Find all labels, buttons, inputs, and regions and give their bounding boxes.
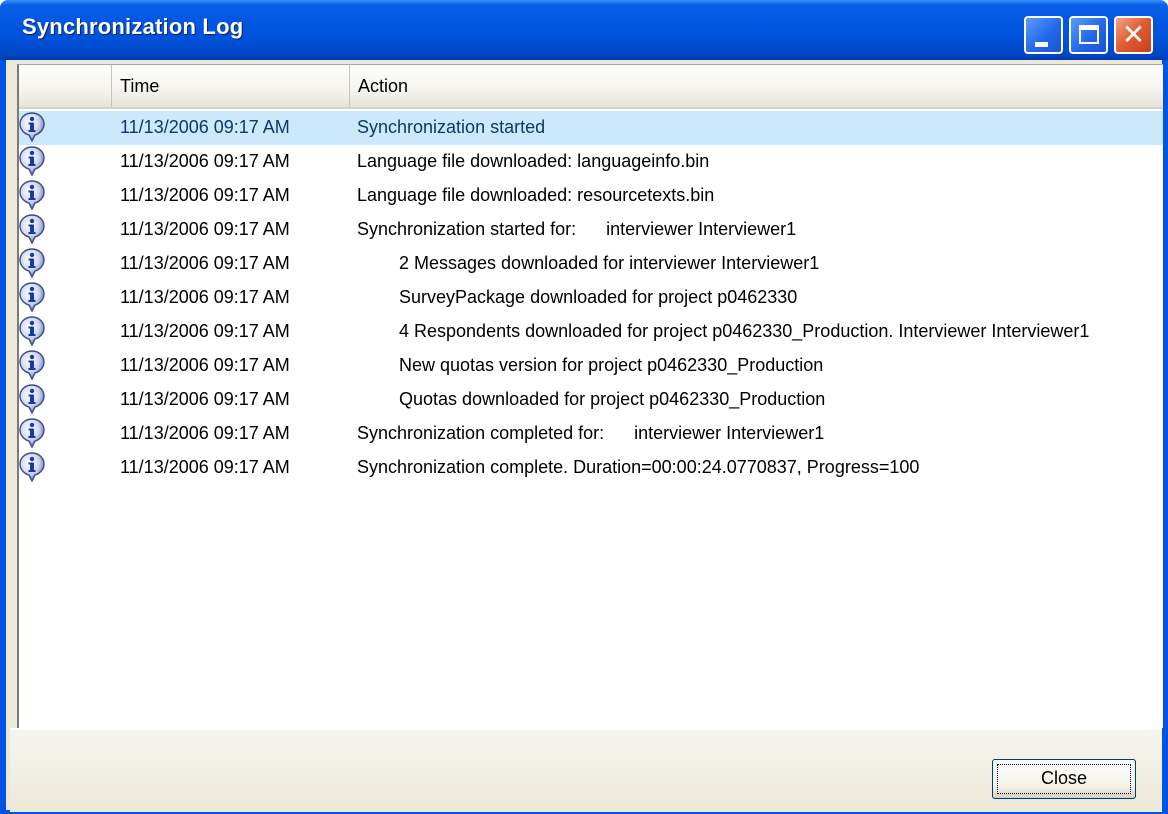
row-time: 11/13/2006 09:17 AM xyxy=(120,151,290,171)
close-button-label: Close xyxy=(1040,768,1088,788)
row-action: Synchronization started xyxy=(357,117,546,137)
column-header-time[interactable]: Time xyxy=(112,65,350,107)
log-list[interactable]: Time Action 11/13/2006 09:17 AM Synchroni… xyxy=(17,64,1163,728)
row-action: Quotas downloaded for project p0462330_P… xyxy=(399,389,826,409)
minimize-icon xyxy=(1035,42,1048,47)
title-bar[interactable]: Synchronization Log ✕ xyxy=(0,0,1168,60)
button-bar: Close xyxy=(10,728,1162,812)
window-title: Synchronization Log xyxy=(22,14,244,39)
table-row[interactable]: 11/13/2006 09:17 AM SurveyPackage downloa… xyxy=(19,281,1163,315)
row-time: 11/13/2006 09:17 AM xyxy=(120,117,290,137)
row-action: Language file downloaded: resourcetexts.… xyxy=(357,185,715,205)
info-icon xyxy=(19,350,45,381)
info-icon xyxy=(19,452,45,483)
row-action: Language file downloaded: languageinfo.b… xyxy=(357,151,710,171)
synchronization-log-window: Synchronization Log ✕ Time Action 11/13/… xyxy=(0,0,1168,814)
row-time: 11/13/2006 09:17 AM xyxy=(120,389,290,409)
close-icon: ✕ xyxy=(1121,18,1146,51)
row-action: Synchronization completed for: interview… xyxy=(357,423,825,443)
row-action: 2 Messages downloaded for interviewer In… xyxy=(399,253,820,273)
column-header-action-label: Action xyxy=(358,76,409,96)
row-action: Synchronization complete. Duration=00:00… xyxy=(357,457,920,477)
row-time: 11/13/2006 09:17 AM xyxy=(120,355,290,375)
table-row[interactable]: 11/13/2006 09:17 AM New quotas version fo… xyxy=(19,349,1163,383)
row-action: SurveyPackage downloaded for project p04… xyxy=(399,287,798,307)
close-button[interactable]: Close xyxy=(992,759,1136,799)
table-row[interactable]: 11/13/2006 09:17 AM Language file downloa… xyxy=(19,179,1163,213)
table-row[interactable]: 11/13/2006 09:17 AM Synchronization compl… xyxy=(19,417,1163,451)
row-time: 11/13/2006 09:17 AM xyxy=(120,457,290,477)
info-icon xyxy=(19,214,45,245)
table-row[interactable]: 11/13/2006 09:17 AM Quotas downloaded for… xyxy=(19,383,1163,417)
close-window-button[interactable]: ✕ xyxy=(1114,16,1153,54)
info-icon xyxy=(19,316,45,347)
dialog-body: Time Action 11/13/2006 09:17 AM Synchroni… xyxy=(6,60,1163,812)
row-action: 4 Respondents downloaded for project p04… xyxy=(399,321,1090,341)
list-header: Time Action xyxy=(19,65,1163,109)
info-icon xyxy=(19,282,45,313)
maximize-button[interactable] xyxy=(1069,16,1108,54)
row-time: 11/13/2006 09:17 AM xyxy=(120,253,290,273)
row-action: Synchronization started for: interviewer… xyxy=(357,219,797,239)
row-time: 11/13/2006 09:17 AM xyxy=(120,423,290,443)
info-icon xyxy=(19,248,45,279)
row-action: New quotas version for project p0462330_… xyxy=(399,355,824,375)
info-icon xyxy=(19,180,45,211)
table-row[interactable]: 11/13/2006 09:17 AM 4 Respondents downloa… xyxy=(19,315,1163,349)
row-time: 11/13/2006 09:17 AM xyxy=(120,321,290,341)
table-row[interactable]: 11/13/2006 09:17 AM Synchronization start… xyxy=(19,111,1163,145)
table-row[interactable]: 11/13/2006 09:17 AM Language file downloa… xyxy=(19,145,1163,179)
info-icon xyxy=(19,146,45,177)
row-time: 11/13/2006 09:17 AM xyxy=(120,185,290,205)
column-header-icon[interactable] xyxy=(19,65,112,107)
minimize-button[interactable] xyxy=(1024,16,1063,54)
table-row[interactable]: 11/13/2006 09:17 AM 2 Messages downloaded… xyxy=(19,247,1163,281)
column-header-time-label: Time xyxy=(120,76,160,96)
row-time: 11/13/2006 09:17 AM xyxy=(120,219,290,239)
info-icon xyxy=(19,418,45,449)
table-row[interactable]: 11/13/2006 09:17 AM Synchronization compl… xyxy=(19,451,1163,485)
info-icon xyxy=(19,384,45,415)
row-time: 11/13/2006 09:17 AM xyxy=(120,287,290,307)
table-row[interactable]: 11/13/2006 09:17 AM Synchronization start… xyxy=(19,213,1163,247)
info-icon xyxy=(19,112,45,143)
maximize-icon xyxy=(1079,25,1099,44)
column-header-action[interactable]: Action xyxy=(350,65,1163,107)
